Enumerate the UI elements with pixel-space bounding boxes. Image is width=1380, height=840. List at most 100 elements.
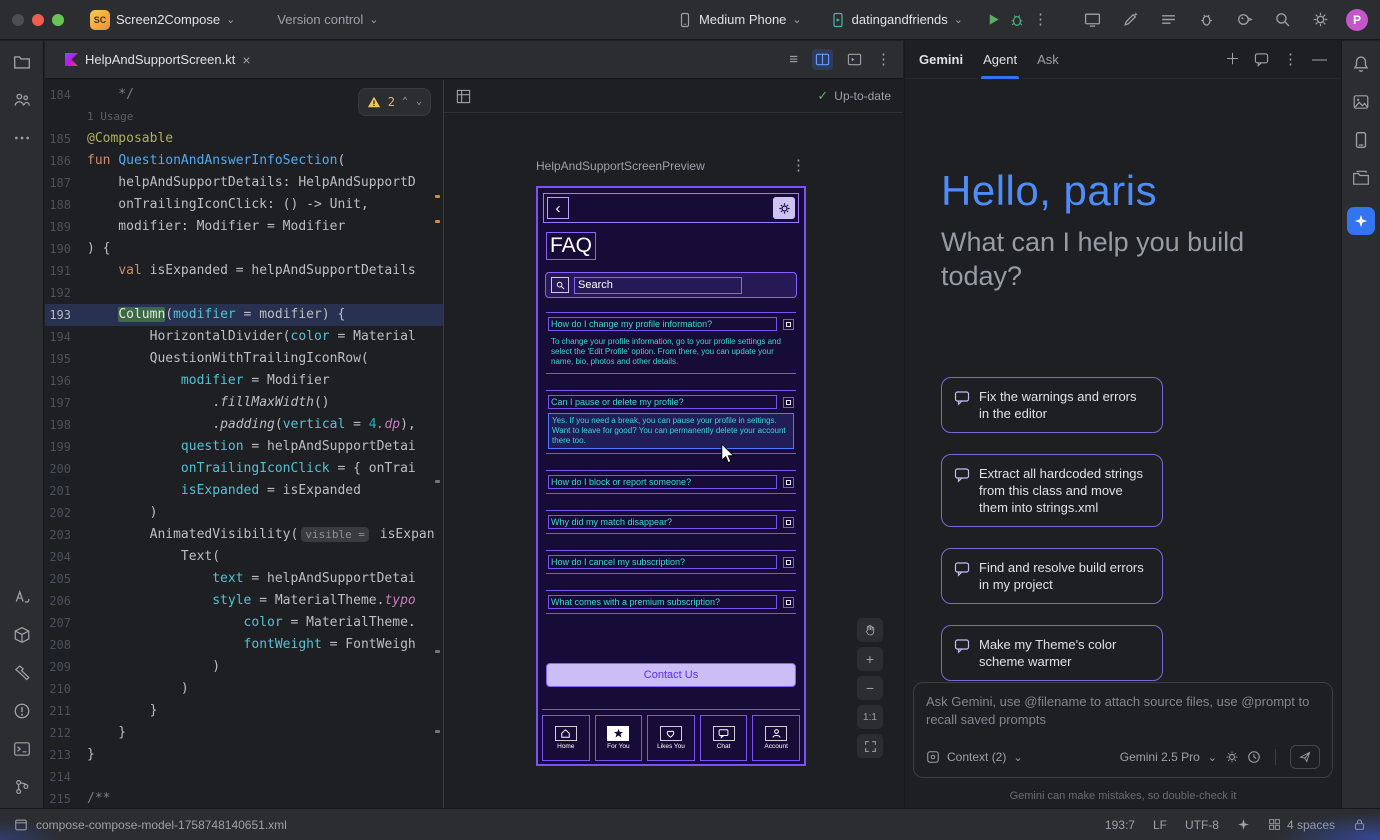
next-problem-icon[interactable]: ⌄ <box>416 91 422 113</box>
ai-sparkle-status-icon[interactable] <box>1237 818 1250 831</box>
code-line[interactable]: 194 HorizontalDivider(color = Material <box>45 326 443 348</box>
window-minimize-button[interactable] <box>32 14 44 26</box>
prev-problem-icon[interactable]: ⌃ <box>402 91 408 113</box>
file-encoding[interactable]: UTF-8 <box>1185 818 1219 832</box>
project-selector[interactable]: SC Screen2Compose ⌄ <box>90 10 235 30</box>
tab-close-icon[interactable]: × <box>242 53 250 67</box>
nav-item-account[interactable]: Account <box>752 715 800 761</box>
code-line[interactable]: 203 AnimatedVisibility(visible = isExpan <box>45 524 443 546</box>
code-line[interactable]: 214 <box>45 766 443 788</box>
faq-item[interactable]: What comes with a premium subscription? <box>546 590 796 614</box>
task-list-button[interactable] <box>1156 8 1180 32</box>
preview-grid-icon[interactable] <box>456 89 471 104</box>
debug-button[interactable] <box>1005 8 1029 32</box>
ai-assist-button[interactable] <box>1118 8 1142 32</box>
faq-expand-icon[interactable] <box>783 397 794 408</box>
layout-inspector-button[interactable] <box>1352 93 1370 111</box>
editor-kebab-menu[interactable]: ⋮ <box>876 52 891 67</box>
hide-panel-button[interactable]: — <box>1312 52 1327 67</box>
code-line[interactable]: 190) { <box>45 238 443 260</box>
code-line[interactable]: 201 isExpanded = isExpanded <box>45 480 443 502</box>
faq-answer-selected[interactable]: Yes. If you need a break, you can pause … <box>548 413 794 449</box>
tab-ask[interactable]: Ask <box>1037 41 1059 79</box>
faq-expand-icon[interactable] <box>783 557 794 568</box>
zoom-in-button[interactable]: + <box>857 647 883 671</box>
package-tool-button[interactable] <box>13 626 31 644</box>
gemini-settings-icon[interactable] <box>1225 750 1239 764</box>
indent-config[interactable]: 4 spaces <box>1268 818 1335 832</box>
nav-item-chat[interactable]: Chat <box>700 715 748 761</box>
status-file-group[interactable]: compose-compose-model-1758748140651.xml <box>14 818 287 832</box>
history-clock-icon[interactable] <box>1247 750 1261 764</box>
suggestion-card[interactable]: Extract all hardcoded strings from this … <box>941 454 1163 527</box>
preview-settings-button[interactable] <box>773 197 795 219</box>
code-line[interactable]: 186fun QuestionAndAnswerInfoSection( <box>45 150 443 172</box>
code-line[interactable]: 213} <box>45 744 443 766</box>
code-line[interactable]: 202 ) <box>45 502 443 524</box>
string-resources-tool-button[interactable] <box>13 588 31 606</box>
preview-kebab-menu[interactable]: ⋮ <box>791 158 806 173</box>
pan-tool-button[interactable] <box>857 618 883 642</box>
usage-hint[interactable]: 1 Usage <box>87 110 133 123</box>
zoom-to-fit-button[interactable] <box>857 734 883 758</box>
gemini-kebab-menu[interactable]: ⋮ <box>1283 52 1298 67</box>
faq-question[interactable]: How do I cancel my subscription? <box>548 555 777 569</box>
zoom-ratio-button[interactable]: 1:1 <box>857 705 883 729</box>
faq-answer[interactable]: To change your profile information, go t… <box>548 335 794 369</box>
nav-item-likes-you[interactable]: Likes You <box>647 715 695 761</box>
faq-expand-icon[interactable] <box>783 597 794 608</box>
code-line[interactable]: 199 question = helpAndSupportDetai <box>45 436 443 458</box>
code-line[interactable]: 210 ) <box>45 678 443 700</box>
tab-agent[interactable]: Agent <box>983 41 1017 79</box>
zoom-out-button[interactable]: − <box>857 676 883 700</box>
code-line[interactable]: 208 fontWeight = FontWeigh <box>45 634 443 656</box>
window-zoom-button[interactable] <box>52 14 64 26</box>
faq-question[interactable]: Why did my match disappear? <box>548 515 777 529</box>
window-close-button[interactable] <box>12 14 24 26</box>
back-button[interactable]: ‹ <box>547 197 569 219</box>
nav-item-home[interactable]: Home <box>542 715 590 761</box>
code-line[interactable]: 196 modifier = Modifier <box>45 370 443 392</box>
code-line[interactable]: 211 } <box>45 700 443 722</box>
lock-icon[interactable] <box>1353 818 1366 831</box>
code-line[interactable]: 209 ) <box>45 656 443 678</box>
gemini-input-container[interactable]: Ask Gemini, use @filename to attach sour… <box>913 682 1333 778</box>
faq-expand-icon[interactable] <box>783 517 794 528</box>
problems-tool-button[interactable] <box>13 702 31 720</box>
faq-question[interactable]: How do I change my profile information? <box>548 317 777 331</box>
caret-position[interactable]: 193:7 <box>1105 818 1135 832</box>
collaboration-tool-button[interactable] <box>13 91 31 109</box>
user-avatar[interactable]: P <box>1346 9 1368 31</box>
split-editor-button[interactable] <box>812 49 833 70</box>
contact-us-button[interactable]: Contact Us <box>546 663 796 687</box>
code-line[interactable]: 187 helpAndSupportDetails: HelpAndSuppor… <box>45 172 443 194</box>
faq-item[interactable]: How do I block or report someone? <box>546 470 796 494</box>
profiler-button[interactable] <box>1232 8 1256 32</box>
code-line[interactable]: 205 text = helpAndSupportDetai <box>45 568 443 590</box>
faq-question[interactable]: How do I block or report someone? <box>548 475 777 489</box>
bug-report-button[interactable] <box>1194 8 1218 32</box>
suggestion-card[interactable]: Make my Theme's color scheme warmer <box>941 625 1163 681</box>
project-tool-button[interactable] <box>13 53 31 71</box>
inspection-widget[interactable]: 2 ⌃ ⌄ <box>358 88 431 116</box>
run-button[interactable] <box>981 8 1005 32</box>
context-selector[interactable]: Context (2) <box>947 750 1006 764</box>
device-selector[interactable]: Medium Phone ⌄ <box>677 12 802 28</box>
gemini-toolwindow-button[interactable] <box>1347 207 1375 235</box>
code-line[interactable]: 215/** <box>45 788 443 808</box>
faq-item[interactable]: How do I change my profile information? T… <box>546 312 796 374</box>
code-editor[interactable]: 184 */1 Usage185@Composable186fun Questi… <box>45 80 443 808</box>
faq-item[interactable]: Why did my match disappear? <box>546 510 796 534</box>
settings-button[interactable] <box>1308 8 1332 32</box>
code-line[interactable]: 195 QuestionWithTrailingIconRow( <box>45 348 443 370</box>
code-line[interactable]: 185@Composable <box>45 128 443 150</box>
code-line[interactable]: 212 } <box>45 722 443 744</box>
run-options-kebab[interactable]: ⋮ <box>1033 12 1048 27</box>
editor-menu-button[interactable]: ≡ <box>789 52 798 67</box>
faq-expand-icon[interactable] <box>783 477 794 488</box>
send-button[interactable] <box>1290 745 1320 769</box>
preview-mode-button[interactable] <box>847 52 862 67</box>
suggestion-card[interactable]: Fix the warnings and errors in the edito… <box>941 377 1163 433</box>
more-tool-windows-button[interactable] <box>13 129 31 147</box>
code-line[interactable]: 198 .padding(vertical = 4.dp), <box>45 414 443 436</box>
